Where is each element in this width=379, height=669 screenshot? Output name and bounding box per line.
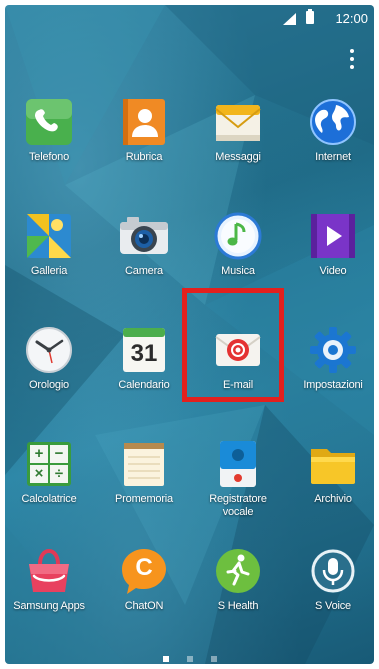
music-icon bbox=[213, 211, 263, 261]
chaton-letter: C bbox=[135, 554, 153, 581]
app-samsung-apps[interactable]: Samsung Apps bbox=[5, 546, 94, 613]
page-dot[interactable] bbox=[186, 656, 193, 662]
app-messaggi[interactable]: Messaggi bbox=[193, 97, 283, 164]
app-label: Camera bbox=[125, 265, 163, 277]
app-label: Messaggi bbox=[215, 151, 261, 163]
app-calcolatrice[interactable]: + − × ÷ Calcolatrice bbox=[5, 439, 94, 506]
gallery-icon bbox=[24, 211, 74, 261]
memo-icon bbox=[119, 439, 169, 489]
page-indicator bbox=[5, 649, 374, 662]
app-registratore-vocale[interactable]: Registratore vocale bbox=[193, 439, 283, 519]
calc-glyph: ÷ bbox=[54, 465, 64, 482]
app-chaton[interactable]: C ChatON bbox=[99, 546, 189, 613]
page-dot-active[interactable] bbox=[162, 656, 169, 662]
s-health-icon bbox=[213, 546, 263, 596]
video-icon bbox=[308, 211, 358, 261]
app-internet[interactable]: Internet bbox=[288, 97, 374, 164]
overflow-menu-icon[interactable] bbox=[349, 49, 355, 73]
calc-glyph: − bbox=[54, 445, 64, 462]
status-time: 12:00 bbox=[335, 11, 368, 26]
calendar-icon: 31 bbox=[119, 325, 169, 375]
app-label: Archivio bbox=[314, 493, 352, 505]
calc-glyph: × bbox=[34, 465, 44, 482]
app-promemoria[interactable]: Promemoria bbox=[99, 439, 189, 506]
app-label: Musica bbox=[221, 265, 255, 277]
app-video[interactable]: Video bbox=[288, 211, 374, 278]
samsung-apps-icon bbox=[24, 546, 74, 596]
settings-gear-icon bbox=[308, 325, 358, 375]
app-s-voice[interactable]: S Voice bbox=[288, 546, 374, 613]
calculator-icon: + − × ÷ bbox=[24, 439, 74, 489]
app-label: Promemoria bbox=[115, 493, 173, 505]
contacts-icon bbox=[119, 97, 169, 147]
app-calendario[interactable]: 31 Calendario bbox=[99, 325, 189, 392]
app-label: Galleria bbox=[30, 265, 68, 277]
messages-icon bbox=[213, 97, 263, 147]
email-highlight-box bbox=[182, 288, 284, 402]
app-label: S Voice bbox=[315, 600, 351, 612]
app-label: Impostazioni bbox=[303, 379, 363, 391]
app-label: Video bbox=[319, 265, 347, 277]
internet-globe-icon bbox=[308, 97, 358, 147]
app-label: Calendario bbox=[118, 379, 170, 391]
battery-icon bbox=[306, 9, 314, 24]
camera-icon bbox=[119, 211, 169, 261]
clock-icon bbox=[24, 325, 74, 375]
app-archivio[interactable]: Archivio bbox=[288, 439, 374, 506]
app-label: Orologio bbox=[29, 379, 69, 391]
chaton-icon: C bbox=[119, 546, 169, 596]
app-rubrica[interactable]: Rubrica bbox=[99, 97, 189, 164]
s-voice-icon bbox=[308, 546, 358, 596]
app-telefono[interactable]: Telefono bbox=[5, 97, 94, 164]
calc-glyph: + bbox=[34, 445, 44, 462]
app-label: Registratore vocale bbox=[209, 493, 267, 518]
page-dot[interactable] bbox=[210, 656, 217, 662]
app-musica[interactable]: Musica bbox=[193, 211, 283, 278]
app-orologio[interactable]: Orologio bbox=[5, 325, 94, 392]
app-s-health[interactable]: S Health bbox=[193, 546, 283, 613]
app-label: ChatON bbox=[124, 600, 164, 612]
app-label: Calcolatrice bbox=[21, 493, 77, 505]
folder-icon bbox=[308, 439, 358, 489]
app-label: Telefono bbox=[29, 151, 69, 163]
app-galleria[interactable]: Galleria bbox=[5, 211, 94, 278]
app-label: Rubrica bbox=[125, 151, 163, 163]
app-impostazioni[interactable]: Impostazioni bbox=[288, 325, 374, 392]
status-bar: 12:00 bbox=[5, 5, 374, 31]
app-label: Samsung Apps bbox=[13, 600, 85, 612]
signal-icon bbox=[283, 13, 296, 25]
app-label: Internet bbox=[315, 151, 351, 163]
voice-recorder-icon bbox=[213, 439, 263, 489]
app-label: S Health bbox=[217, 600, 259, 612]
calendar-day: 31 bbox=[130, 340, 158, 367]
app-camera[interactable]: Camera bbox=[99, 211, 189, 278]
phone-icon bbox=[24, 97, 74, 147]
